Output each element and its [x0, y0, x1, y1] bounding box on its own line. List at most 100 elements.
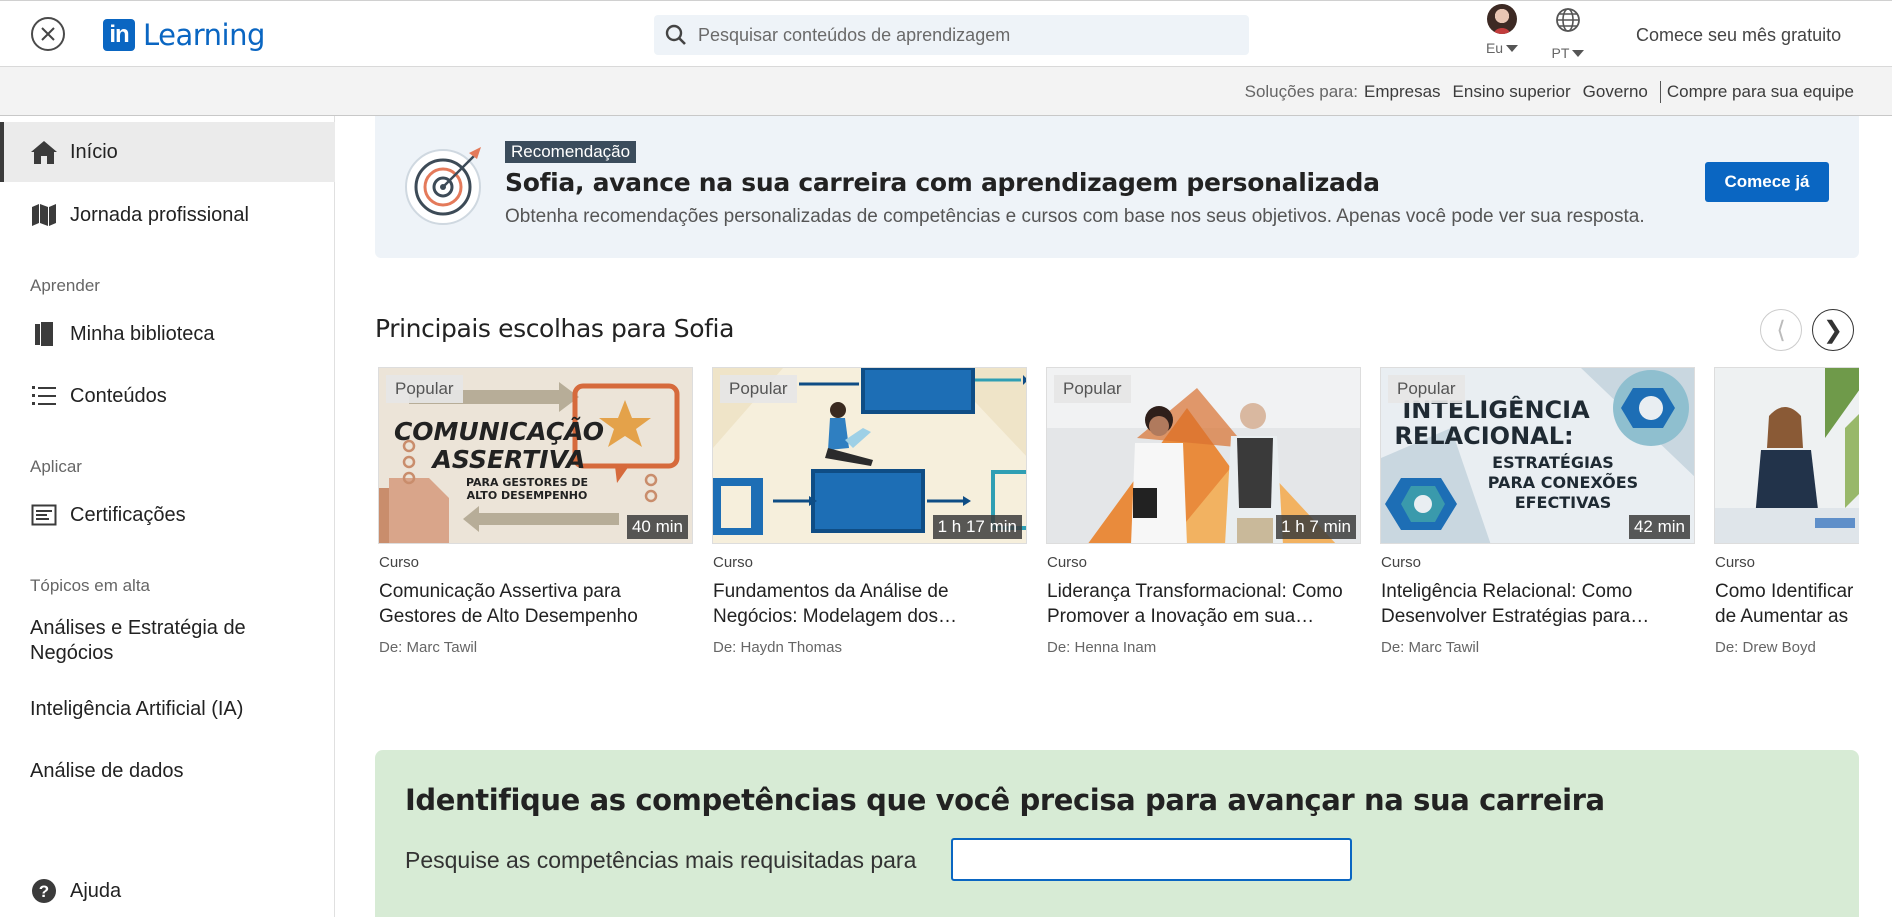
solutions-bar: Soluções para: Empresas Ensino superior …	[0, 67, 1892, 116]
course-author: De: Haydn Thomas	[713, 639, 842, 656]
course-title[interactable]: Fundamentos da Análise de Negócios: Mode…	[713, 579, 1023, 629]
course-author: De: Marc Tawil	[379, 639, 478, 656]
solutions-link-government[interactable]: Governo	[1583, 82, 1648, 102]
popular-badge: Popular	[720, 375, 797, 403]
divider	[1659, 81, 1661, 103]
map-icon	[30, 201, 58, 229]
close-icon	[41, 27, 55, 41]
recommendation-banner: Recomendação Sofia, avance na sua carrei…	[375, 116, 1859, 258]
sidebar-item-career-journey[interactable]: Jornada profissional	[0, 185, 335, 245]
course-author: De: Henna Inam	[1047, 639, 1157, 656]
me-label-row: Eu	[1482, 40, 1522, 56]
chevron-left-icon: ⟨	[1776, 316, 1786, 344]
sidebar-item-label: Minha biblioteca	[70, 322, 215, 345]
popular-badge: Popular	[386, 375, 463, 403]
recommendation-badge: Recomendação	[505, 141, 637, 163]
close-button[interactable]	[31, 17, 65, 51]
course-card[interactable]: INTELIGÊNCIA RELACIONAL: ESTRATÉGIAS PAR…	[1380, 367, 1695, 657]
recommendation-title: Sofia, avance na sua carreira com aprend…	[505, 168, 1380, 197]
thumbnail-text: ASSERTIVA	[430, 445, 585, 474]
svg-text:?: ?	[39, 882, 49, 901]
me-menu[interactable]: Eu	[1482, 4, 1522, 56]
start-now-button[interactable]: Comece já	[1705, 162, 1829, 202]
lang-label: PT	[1551, 45, 1570, 61]
thumbnail-text: COMUNICAÇÃO	[394, 417, 604, 446]
course-title[interactable]: Como Identificar de Aumentar as	[1715, 579, 1857, 629]
avatar	[1487, 4, 1517, 34]
sidebar-topic[interactable]: Inteligência Artificial (IA)	[30, 697, 320, 722]
caret-down-icon	[1572, 49, 1585, 57]
skills-search-input[interactable]	[951, 838, 1352, 881]
free-month-link[interactable]: Comece seu mês gratuito	[1636, 25, 1841, 46]
search-input[interactable]	[696, 23, 1236, 47]
sidebar-item-certifications[interactable]: Certificações	[0, 485, 335, 545]
thumbnail-text: RELACIONAL:	[1394, 422, 1573, 450]
sidebar-item-home[interactable]: Início	[0, 122, 335, 182]
library-icon	[30, 320, 58, 348]
course-type: Curso	[379, 554, 420, 571]
thumbnail-text: PARA CONEXÕES	[1488, 473, 1638, 492]
course-thumbnail[interactable]: COMUNICAÇÃO ASSERTIVA PARA GESTORES DE A…	[378, 367, 693, 544]
carousel-next-button[interactable]: ❯	[1812, 309, 1854, 351]
sidebar-item-label: Início	[70, 140, 118, 163]
course-type: Curso	[713, 554, 754, 571]
skills-banner: Identifique as competências que você pre…	[375, 750, 1859, 917]
popular-badge: Popular	[1054, 375, 1131, 403]
thumbnail-art	[1715, 368, 1859, 543]
course-thumbnail[interactable]	[1714, 367, 1859, 544]
duration-badge: 1 h 7 min	[1276, 515, 1356, 539]
duration-badge: 40 min	[626, 515, 688, 539]
section-label-apply: Aplicar	[30, 457, 82, 476]
skills-title: Identifique as competências que você pre…	[405, 783, 1605, 817]
thumbnail-text: ESTRATÉGIAS	[1492, 453, 1614, 472]
carousel-prev-button[interactable]: ⟨	[1760, 309, 1802, 351]
section-label-trending: Tópicos em alta	[30, 576, 150, 595]
course-author: De: Marc Tawil	[1381, 639, 1480, 656]
lang-label-row: PT	[1548, 45, 1588, 61]
recommendation-description: Obtenha recomendações personalizadas de …	[505, 206, 1645, 227]
course-title[interactable]: Comunicação Assertiva para Gestores de A…	[379, 579, 689, 629]
sidebar: Início Jornada profissional Aprender Min…	[0, 116, 335, 917]
search-icon	[664, 23, 688, 47]
skills-label: Pesquise as competências mais requisitad…	[405, 847, 917, 873]
popular-badge: Popular	[1388, 375, 1465, 403]
sidebar-item-help[interactable]: ? Ajuda	[0, 861, 335, 921]
globe-icon	[1556, 8, 1580, 32]
target-icon	[405, 147, 481, 225]
sidebar-topic[interactable]: Análises e Estratégia de Negócios	[30, 616, 320, 666]
course-card[interactable]: Popular 1 h 17 min Curso Fundamentos da …	[712, 367, 1027, 657]
linkedin-logo-mark: in	[103, 19, 135, 51]
course-card[interactable]: Curso Como Identificar de Aumentar as De…	[1714, 367, 1859, 657]
language-menu[interactable]: PT	[1548, 4, 1588, 61]
course-title[interactable]: Inteligência Relacional: Como Desenvolve…	[1381, 579, 1691, 629]
duration-badge: 1 h 17 min	[932, 515, 1022, 539]
solutions-link-enterprise[interactable]: Empresas	[1364, 82, 1441, 102]
solutions-link-team[interactable]: Compre para sua equipe	[1667, 82, 1854, 102]
course-type: Curso	[1381, 554, 1422, 571]
course-type: Curso	[1715, 554, 1756, 571]
search-bar[interactable]	[654, 15, 1249, 55]
section-title-top-picks: Principais escolhas para Sofia	[375, 314, 734, 343]
top-bar: in Learning Eu PT Comece seu mês gratuit…	[0, 0, 1892, 67]
course-title[interactable]: Liderança Transformacional: Como Promove…	[1047, 579, 1357, 629]
chevron-right-icon: ❯	[1822, 316, 1844, 344]
thumbnail-text: EFECTIVAS	[1515, 493, 1612, 512]
course-thumbnail[interactable]: Popular 1 h 17 min	[712, 367, 1027, 544]
logo-text: Learning	[143, 18, 265, 52]
course-thumbnail[interactable]: INTELIGÊNCIA RELACIONAL: ESTRATÉGIAS PAR…	[1380, 367, 1695, 544]
course-thumbnail[interactable]: Popular 1 h 7 min	[1046, 367, 1361, 544]
sidebar-item-contents[interactable]: Conteúdos	[0, 366, 335, 426]
list-icon	[30, 382, 58, 410]
course-card[interactable]: Popular 1 h 7 min Curso Liderança Transf…	[1046, 367, 1361, 657]
sidebar-item-label: Conteúdos	[70, 384, 167, 407]
linkedin-learning-logo[interactable]: in Learning	[103, 18, 265, 52]
sidebar-topic[interactable]: Análise de dados	[30, 759, 320, 784]
sidebar-item-my-library[interactable]: Minha biblioteca	[0, 304, 335, 364]
solutions-label: Soluções para:	[1244, 82, 1359, 101]
course-type: Curso	[1047, 554, 1088, 571]
course-card[interactable]: COMUNICAÇÃO ASSERTIVA PARA GESTORES DE A…	[378, 367, 693, 657]
solutions-link-higher-ed[interactable]: Ensino superior	[1453, 82, 1571, 102]
sidebar-item-label: Jornada profissional	[70, 203, 249, 226]
solutions-links: Soluções para: Empresas Ensino superior …	[1245, 81, 1854, 103]
section-label-learn: Aprender	[30, 276, 100, 295]
